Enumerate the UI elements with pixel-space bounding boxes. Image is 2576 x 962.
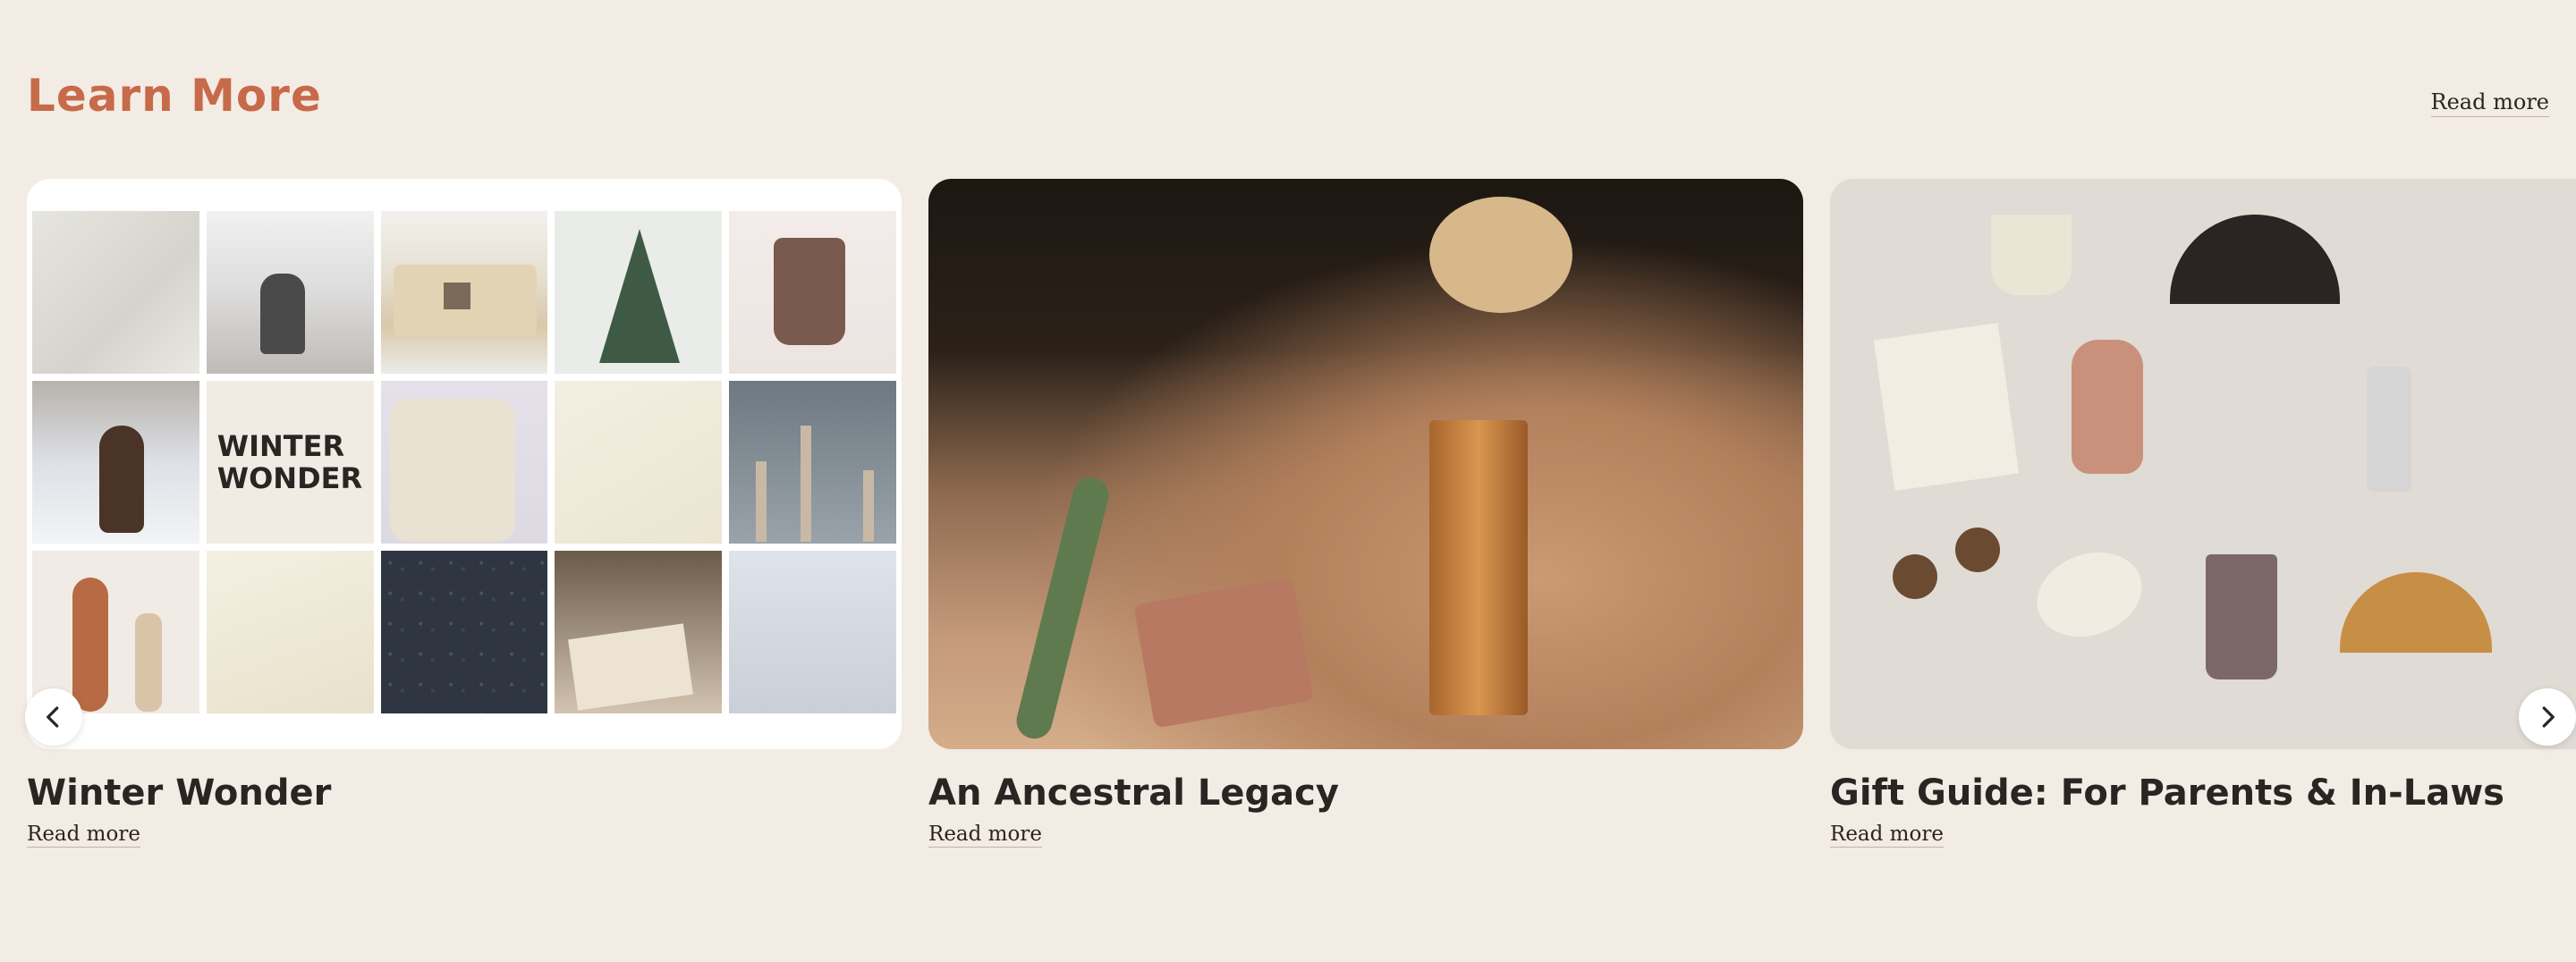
collage-tile-tree	[555, 211, 723, 374]
collage-word-text: WINTER WONDER	[216, 429, 363, 495]
collage-tile-book	[555, 551, 723, 713]
collage-tile-pitcher	[729, 211, 896, 374]
article-card-gift-guide[interactable]: Gift Guide: For Parents & In-Laws Read m…	[1830, 179, 2576, 848]
card-title[interactable]: Gift Guide: For Parents & In-Laws	[1830, 772, 2576, 814]
chevron-left-icon	[47, 706, 59, 728]
collage-tile-beads	[380, 551, 548, 713]
card-read-more-link[interactable]: Read more	[27, 823, 140, 848]
header-read-more-link[interactable]: Read more	[2430, 89, 2549, 117]
collage-tile-pillow	[380, 211, 548, 374]
collage-tile-cream-fabric	[555, 381, 723, 544]
collage-tile-window	[206, 211, 374, 374]
chevron-right-icon	[2542, 706, 2555, 728]
article-carousel: WINTER WONDER Winter Wonder Read more An…	[0, 179, 2576, 858]
carousel-prev-button[interactable]	[25, 688, 82, 746]
collage-tile-candles	[729, 381, 896, 544]
article-card-ancestral-legacy[interactable]: An Ancestral Legacy Read more	[928, 179, 1803, 848]
card-image-artisan-photo[interactable]	[928, 179, 1803, 749]
card-title[interactable]: Winter Wonder	[27, 772, 902, 814]
collage-tile-frost-plants	[729, 551, 896, 713]
collage-tile-title-word: WINTER WONDER	[206, 381, 374, 544]
card-read-more-link[interactable]: Read more	[928, 823, 1042, 848]
collage-tile-mug	[380, 381, 548, 544]
card-image-gift-flatlay[interactable]	[1830, 179, 2576, 749]
collage-tile-linen	[206, 551, 374, 713]
carousel-next-button[interactable]	[2519, 688, 2576, 746]
card-image-collage[interactable]: WINTER WONDER	[27, 179, 902, 749]
section-title: Learn More	[27, 70, 322, 122]
card-read-more-link[interactable]: Read more	[1830, 823, 1944, 848]
card-title[interactable]: An Ancestral Legacy	[928, 772, 1803, 814]
collage-tile-sweater	[32, 211, 199, 374]
collage-tile-alpaca	[32, 381, 199, 544]
collage-grid: WINTER WONDER	[32, 211, 896, 717]
article-card-winter-wonder[interactable]: WINTER WONDER Winter Wonder Read more	[27, 179, 902, 848]
